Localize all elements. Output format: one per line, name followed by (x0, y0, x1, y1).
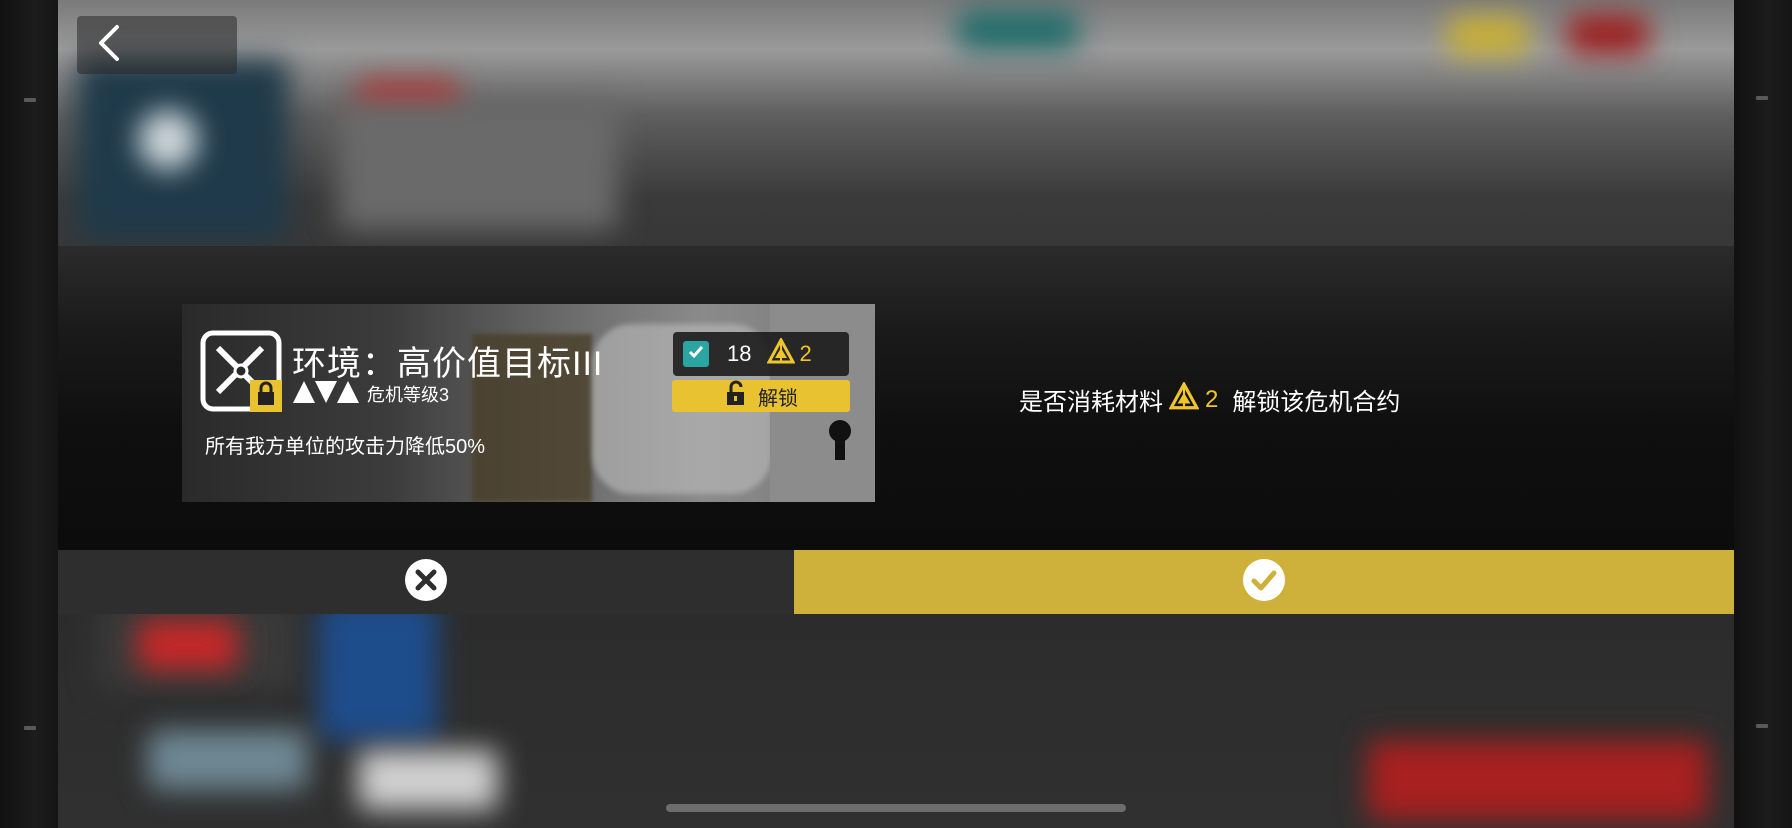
unlock-button[interactable]: 解锁 (672, 380, 850, 412)
danger-level: 危机等级3 (293, 380, 449, 408)
unlock-label: 解锁 (758, 387, 798, 410)
frame-tick (24, 726, 36, 730)
confirm-text-before: 是否消耗材料 (1019, 389, 1163, 416)
chevron-left-icon (97, 23, 121, 68)
danger-level-label: 危机等级3 (367, 385, 450, 405)
home-indicator[interactable] (666, 804, 1126, 812)
frame-tick (24, 98, 36, 102)
unlock-icon (724, 380, 750, 412)
select-checkbox[interactable] (683, 341, 709, 367)
frame-tick (1756, 724, 1768, 728)
material-emblem-icon (766, 336, 797, 370)
contract-description: 所有我方单位的攻击力降低50% (205, 436, 486, 458)
material-count: 2 (799, 341, 812, 366)
danger-triangles-icon (293, 379, 359, 410)
check-icon (1242, 558, 1286, 607)
cost-box: 18 2 (673, 332, 849, 376)
confirm-text-after: 解锁该危机合约 (1232, 389, 1401, 416)
frame-tick (1756, 96, 1768, 100)
material-emblem-icon (1168, 380, 1200, 417)
back-button[interactable] (77, 16, 237, 74)
material-cost: 2 (766, 336, 812, 370)
cost-count: 18 (727, 341, 752, 366)
sword-cross-lock-icon (200, 330, 282, 412)
confirm-message: 是否消耗材料 2 解锁该危机合约 (1019, 380, 1401, 417)
cancel-button[interactable] (58, 550, 794, 614)
close-icon (404, 558, 448, 607)
check-icon (687, 343, 705, 366)
confirm-material-count: 2 (1205, 385, 1219, 413)
right-frame (1734, 0, 1792, 828)
confirm-button[interactable] (794, 550, 1734, 614)
left-frame (0, 0, 58, 828)
